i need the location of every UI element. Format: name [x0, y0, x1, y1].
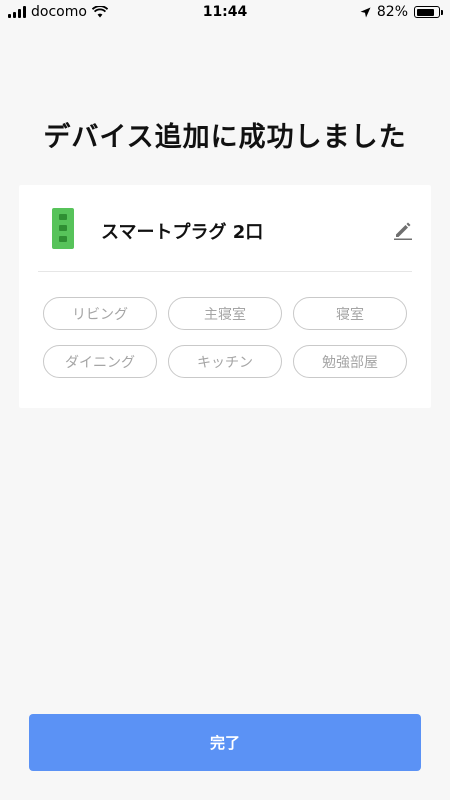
device-card: スマートプラグ 2口 リビング 主寝室 寝室 ダイニング キッチン 勉強部屋 [19, 185, 431, 408]
location-arrow-icon [360, 7, 371, 17]
status-right: 82% [360, 4, 443, 20]
battery-icon [414, 6, 443, 18]
room-chip-master-bedroom[interactable]: 主寝室 [168, 297, 282, 330]
room-chip-group: リビング 主寝室 寝室 ダイニング キッチン 勉強部屋 [43, 297, 407, 378]
room-chip-bedroom[interactable]: 寝室 [293, 297, 407, 330]
room-chip-living[interactable]: リビング [43, 297, 157, 330]
room-chip-study[interactable]: 勉強部屋 [293, 345, 407, 378]
battery-fill [416, 8, 434, 16]
pencil-icon[interactable] [393, 220, 413, 240]
device-name: スマートプラグ 2口 [101, 222, 264, 243]
divider [38, 271, 412, 272]
status-bar: docomo 11:44 82% [0, 0, 450, 26]
page-title: デバイス追加に成功しました [43, 122, 407, 153]
room-chip-dining[interactable]: ダイニング [43, 345, 157, 378]
screen: docomo 11:44 82% デバイス追加に成功しました スマートプラグ 2… [0, 0, 450, 800]
done-button[interactable]: 完了 [29, 714, 421, 771]
smart-plug-icon [52, 208, 74, 249]
device-row: スマートプラグ 2口 [19, 185, 431, 271]
room-chip-kitchen[interactable]: キッチン [168, 345, 282, 378]
battery-tip [441, 10, 443, 15]
battery-percent: 82% [376, 4, 408, 20]
